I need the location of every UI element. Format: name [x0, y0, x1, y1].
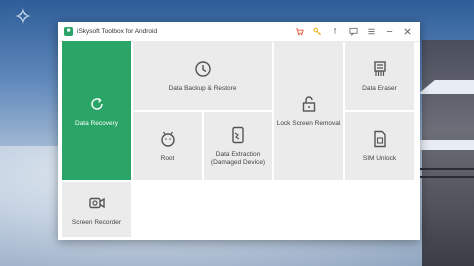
- facebook-icon[interactable]: f: [328, 25, 342, 39]
- tile-data-backup-restore[interactable]: Data Backup & Restore: [133, 41, 272, 110]
- tile-label: Screen Recorder: [71, 218, 122, 226]
- feedback-icon[interactable]: [346, 25, 360, 39]
- tile-label: Data Recovery: [75, 119, 118, 127]
- video-camera-icon: [88, 197, 105, 208]
- minimize-icon[interactable]: [382, 25, 396, 39]
- tile-label: Data Eraser: [362, 84, 397, 92]
- tile-label: Root: [160, 155, 175, 162]
- tile-data-extraction[interactable]: Data Extraction (Damaged Device): [204, 112, 272, 180]
- tile-label: SIM Unlock: [362, 155, 397, 162]
- app-logo-icon: ■: [64, 27, 73, 36]
- cart-icon[interactable]: [292, 25, 306, 39]
- tile-label: Data Backup & Restore: [168, 84, 237, 92]
- tile-label: Data Extraction (Damaged Device): [210, 151, 266, 166]
- broken-phone-icon: [232, 126, 244, 144]
- tile-lock-screen-removal[interactable]: Lock Screen Removal: [274, 41, 343, 180]
- app-title: iSkysoft Toolbox for Android: [77, 28, 158, 35]
- app-window: ■ iSkysoft Toolbox for Android f Data Re…: [58, 22, 420, 240]
- unlock-icon: [302, 95, 315, 112]
- feature-grid: Data Recovery Data Backup & Restore Lock…: [62, 41, 416, 237]
- android-root-icon: [160, 131, 175, 147]
- tile-data-recovery[interactable]: Data Recovery: [62, 41, 131, 180]
- recovery-icon: [90, 97, 103, 110]
- tile-root[interactable]: Root: [133, 112, 202, 180]
- desktop-logo-icon: ✧: [13, 4, 33, 29]
- title-bar: ■ iSkysoft Toolbox for Android f: [58, 22, 420, 42]
- clock-icon: [194, 60, 211, 77]
- key-icon[interactable]: [310, 25, 324, 39]
- sim-card-icon: [373, 130, 386, 148]
- desktop-railing: [420, 168, 474, 178]
- desktop-temple-roof-lower: [420, 140, 474, 150]
- tile-label: Lock Screen Removal: [276, 119, 341, 127]
- tile-sim-unlock[interactable]: SIM Unlock: [345, 112, 414, 180]
- menu-icon[interactable]: [364, 25, 378, 39]
- tile-screen-recorder[interactable]: Screen Recorder: [62, 182, 131, 237]
- eraser-icon: [373, 60, 386, 76]
- tile-data-eraser[interactable]: Data Eraser: [345, 41, 414, 110]
- close-icon[interactable]: [400, 25, 414, 39]
- desktop-temple: [422, 40, 474, 266]
